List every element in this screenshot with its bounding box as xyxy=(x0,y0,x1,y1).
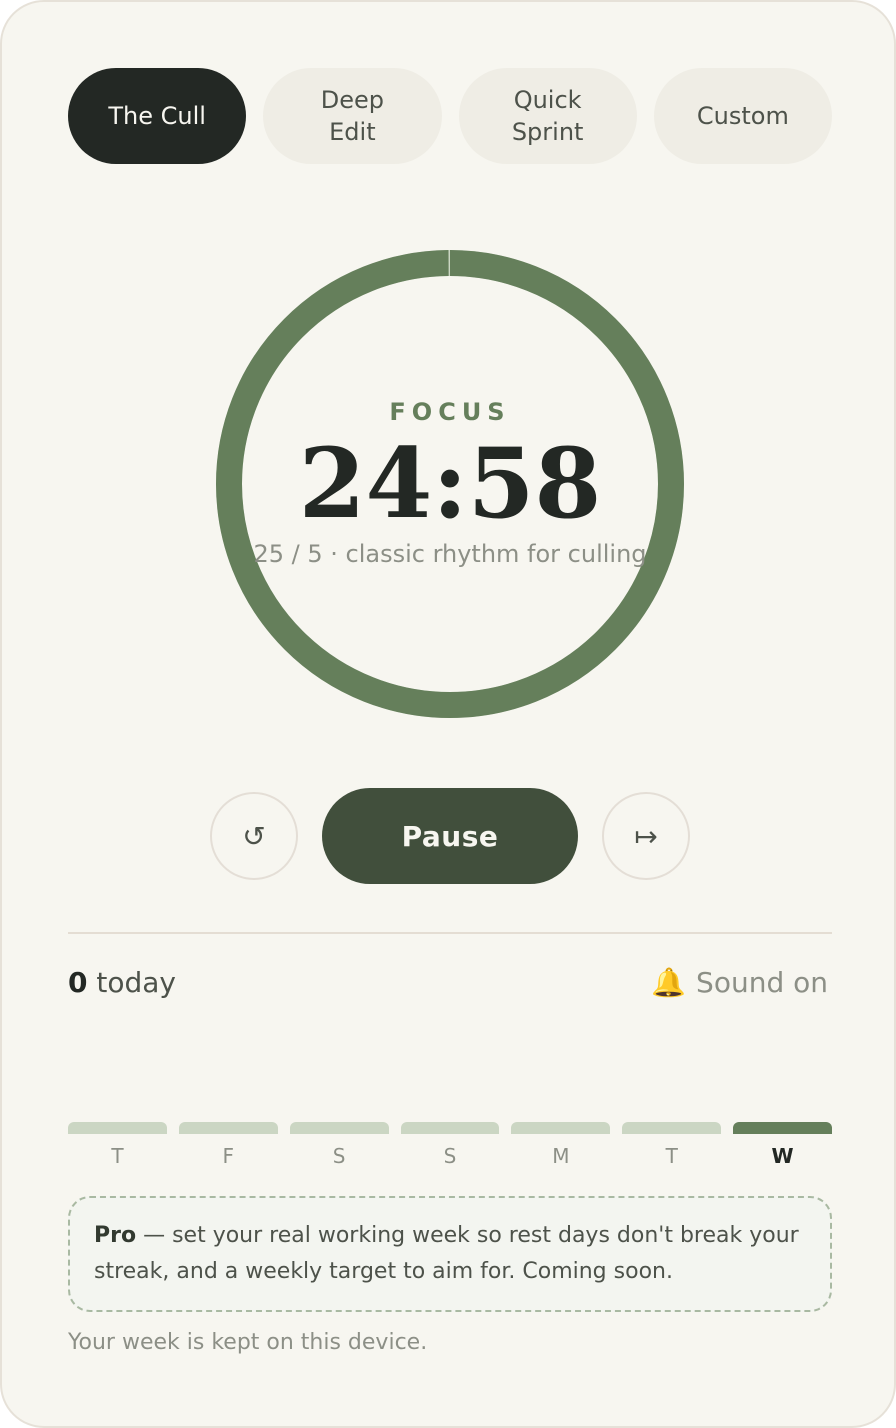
preset-description: 25 / 5 · classic rhythm for culling xyxy=(253,540,647,568)
sound-toggle-label: Sound on xyxy=(696,966,828,999)
skip-button[interactable]: ↦ xyxy=(602,792,690,880)
tab-custom[interactable]: Custom xyxy=(653,68,832,164)
preset-tabs: The Cull Deep Edit Quick Sprint Custom xyxy=(68,68,832,164)
timer-card: The Cull Deep Edit Quick Sprint Custom F… xyxy=(0,0,896,1428)
week-day: F xyxy=(178,1122,278,1168)
week-day-bar xyxy=(400,1122,500,1134)
week-day-bar xyxy=(733,1122,833,1134)
week-day: S xyxy=(289,1122,389,1168)
pro-promo: Pro — set your real working week so rest… xyxy=(68,1196,832,1312)
storage-note: Your week is kept on this device. xyxy=(68,1330,428,1355)
week-day: T xyxy=(68,1122,167,1168)
skip-icon: ↦ xyxy=(634,819,658,853)
week-day-bar xyxy=(68,1122,167,1134)
week-day-label: W xyxy=(771,1144,794,1168)
pro-title: Pro xyxy=(94,1223,137,1248)
week-day-label: F xyxy=(222,1144,235,1168)
divider xyxy=(68,932,832,934)
tab-the-cull[interactable]: The Cull xyxy=(68,68,247,164)
today-count-value: 0 xyxy=(68,966,88,999)
week-day-bar xyxy=(511,1122,611,1134)
week-day-current: W xyxy=(733,1122,833,1168)
week-day: S xyxy=(400,1122,500,1168)
week-day-bar xyxy=(289,1122,389,1134)
pro-text: — set your real working week so rest day… xyxy=(94,1223,799,1284)
tab-deep-edit[interactable]: Deep Edit xyxy=(263,68,442,164)
week-day: M xyxy=(511,1122,611,1168)
week-day-label: M xyxy=(552,1144,570,1168)
week-day-label: S xyxy=(332,1144,346,1168)
timer-display: 24:58 xyxy=(298,427,602,540)
today-count-label: today xyxy=(96,966,177,999)
week-day-bar xyxy=(178,1122,278,1134)
pause-button[interactable]: Pause xyxy=(322,788,578,884)
week-day-label: S xyxy=(443,1144,457,1168)
week-day-bar xyxy=(622,1122,722,1134)
week-day: T xyxy=(622,1122,722,1168)
week-day-label: T xyxy=(111,1144,124,1168)
phase-label: FOCUS xyxy=(389,398,511,426)
week-streak: T F S S M T W xyxy=(68,1122,833,1168)
sound-toggle[interactable]: 🔔 Sound on xyxy=(651,966,828,999)
reset-button[interactable]: ↺ xyxy=(210,792,298,880)
today-count: 0 today xyxy=(68,966,176,999)
bell-icon: 🔔 xyxy=(651,966,687,999)
tab-quick-sprint[interactable]: Quick Sprint xyxy=(458,68,637,164)
reset-icon: ↺ xyxy=(242,819,266,853)
week-day-label: T xyxy=(665,1144,678,1168)
